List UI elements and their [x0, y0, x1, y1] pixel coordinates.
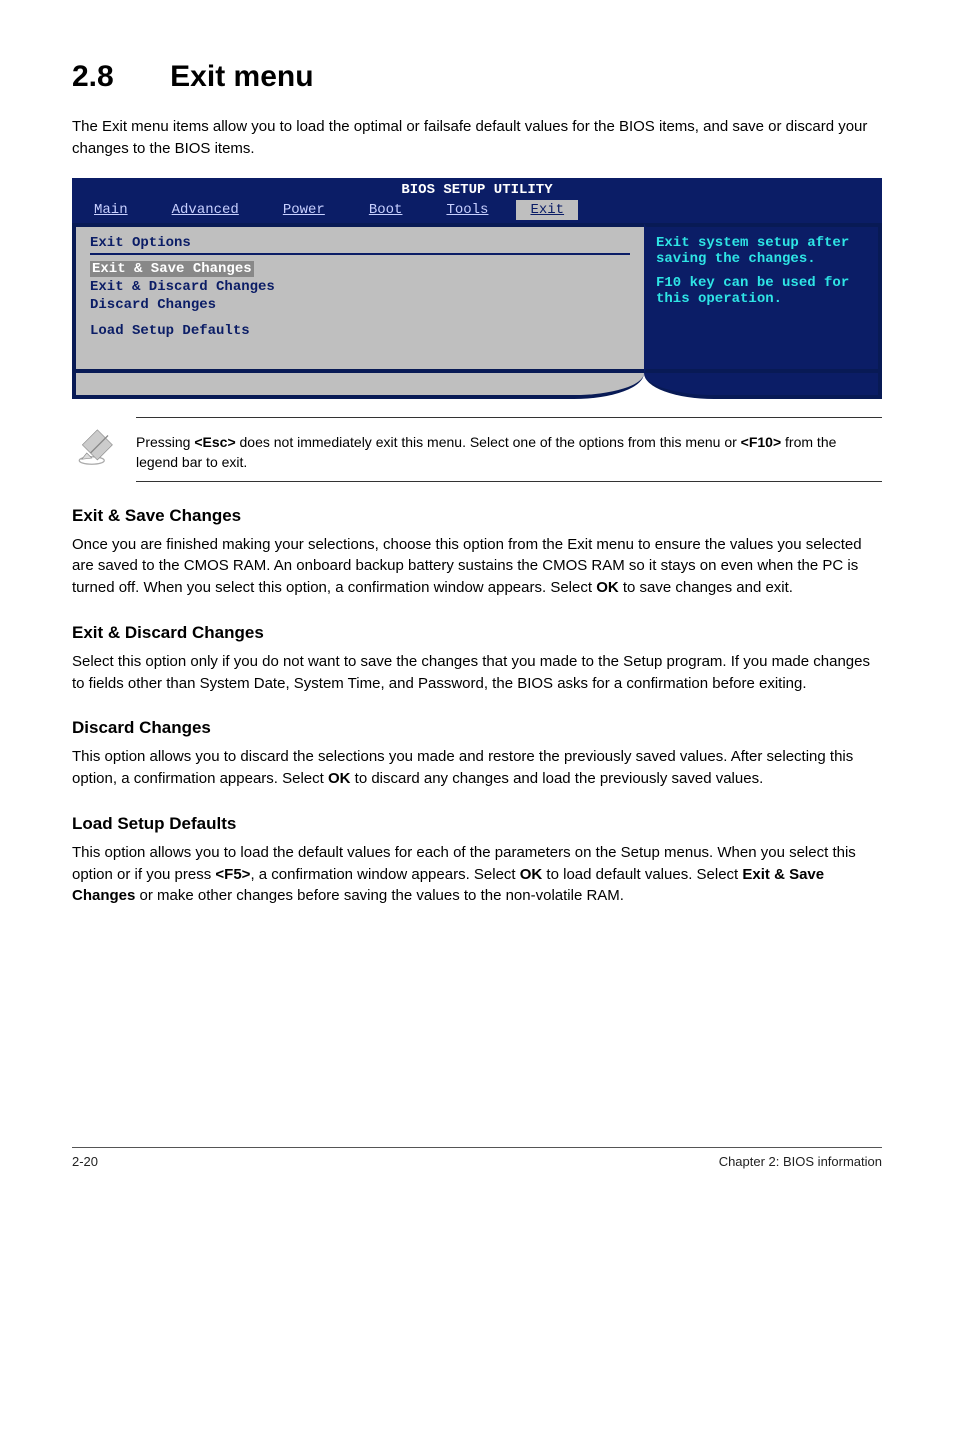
body-bold: OK: [328, 770, 351, 787]
section-number: 2.8: [72, 60, 114, 94]
bios-tab-power[interactable]: Power: [261, 200, 347, 220]
bios-menubar: BIOS SETUP UTILITY Main Advanced Power B…: [72, 178, 882, 223]
body-part: , a confirmation window appears. Select: [250, 866, 519, 883]
bios-item-load-defaults[interactable]: Load Setup Defaults: [90, 323, 630, 339]
note-separator-bottom: [136, 481, 882, 482]
bios-item-discard[interactable]: Discard Changes: [90, 297, 630, 313]
body-bold: OK: [520, 866, 543, 883]
page-footer: 2-20 Chapter 2: BIOS information: [72, 1147, 882, 1169]
bios-curve-left: [72, 373, 644, 399]
bios-item-exit-save[interactable]: Exit & Save Changes: [90, 261, 630, 277]
bios-tab-tools[interactable]: Tools: [424, 200, 510, 220]
sub-heading-discard: Discard Changes: [72, 718, 882, 738]
body-bold: <F5>: [215, 866, 250, 883]
body-bold: OK: [596, 579, 619, 596]
bios-item-label: Exit & Save Changes: [90, 261, 254, 277]
bios-banner: BIOS SETUP UTILITY: [72, 180, 882, 200]
bios-tab-advanced[interactable]: Advanced: [150, 200, 261, 220]
body-part: to save changes and exit.: [619, 579, 793, 596]
section-heading: 2.8 Exit menu: [72, 60, 882, 94]
chapter-label: Chapter 2: BIOS information: [719, 1154, 882, 1169]
note-part: does not immediately exit this menu. Sel…: [236, 434, 741, 450]
bios-curve-right: [644, 373, 882, 399]
sub-heading-load-defaults: Load Setup Defaults: [72, 814, 882, 834]
note-block: Pressing <Esc> does not immediately exit…: [78, 428, 882, 473]
sub-body-load-defaults: This option allows you to load the defau…: [72, 842, 882, 907]
body-part: to load default values. Select: [542, 866, 742, 883]
note-part: Pressing: [136, 434, 194, 450]
body-part: or make other changes before saving the …: [135, 887, 624, 904]
note-text: Pressing <Esc> does not immediately exit…: [136, 428, 882, 473]
bios-help-pane: Exit system setup after saving the chang…: [644, 223, 882, 373]
intro-paragraph: The Exit menu items allow you to load th…: [72, 116, 882, 160]
note-key: <Esc>: [194, 434, 235, 450]
bios-screenshot: BIOS SETUP UTILITY Main Advanced Power B…: [72, 178, 882, 399]
bios-help-line2: F10 key can be used for this operation.: [656, 275, 868, 307]
bios-left-title: Exit Options: [90, 235, 630, 255]
bios-help-line1: Exit system setup after saving the chang…: [656, 235, 868, 267]
body-part: to discard any changes and load the prev…: [350, 770, 763, 787]
page-number: 2-20: [72, 1154, 98, 1169]
sub-heading-exit-save: Exit & Save Changes: [72, 506, 882, 526]
sub-body-discard: This option allows you to discard the se…: [72, 746, 882, 790]
sub-body-exit-save: Once you are finished making your select…: [72, 534, 882, 599]
pencil-icon: [78, 428, 118, 473]
bios-tabs: Main Advanced Power Boot Tools Exit: [72, 200, 882, 223]
bios-tab-exit[interactable]: Exit: [516, 200, 578, 220]
note-separator-top: [136, 417, 882, 418]
note-key: <F10>: [741, 434, 781, 450]
section-title: Exit menu: [170, 60, 313, 94]
bios-tab-boot[interactable]: Boot: [347, 200, 425, 220]
bios-item-exit-discard[interactable]: Exit & Discard Changes: [90, 279, 630, 295]
bios-left-pane: Exit Options Exit & Save Changes Exit & …: [72, 223, 644, 373]
sub-heading-exit-discard: Exit & Discard Changes: [72, 623, 882, 643]
sub-body-exit-discard: Select this option only if you do not wa…: [72, 651, 882, 695]
bios-tab-main[interactable]: Main: [72, 200, 150, 220]
